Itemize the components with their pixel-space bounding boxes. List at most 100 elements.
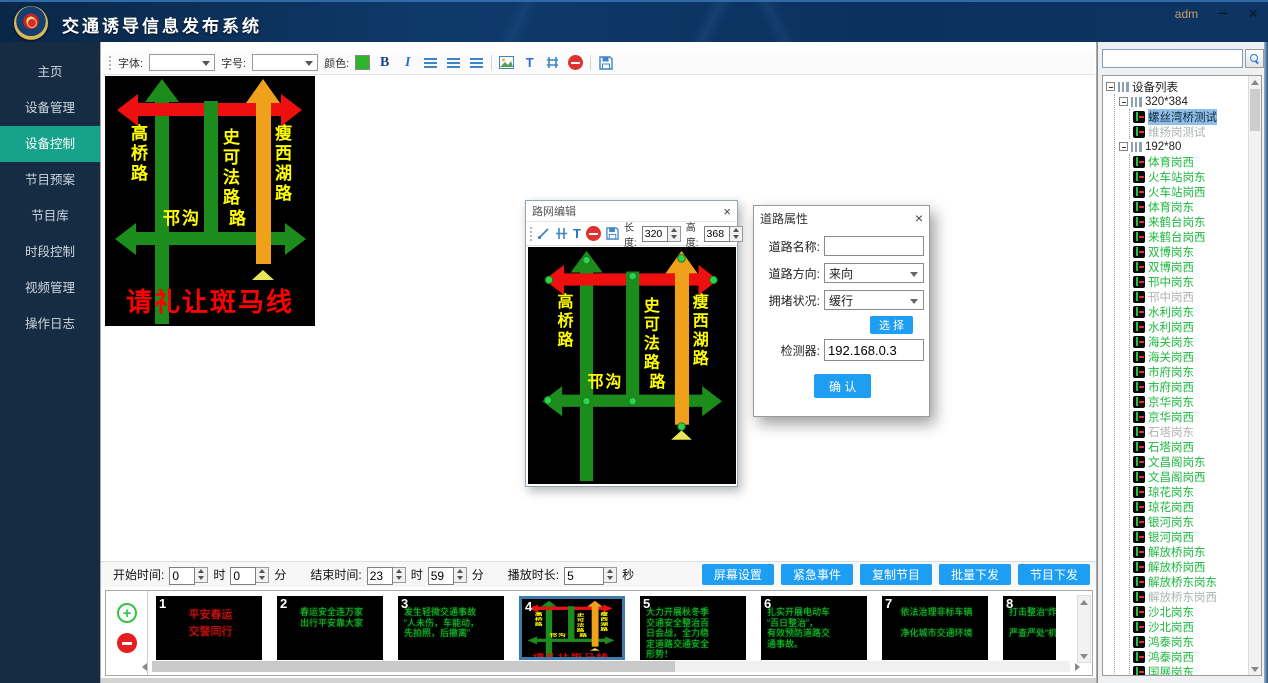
- playlist-item[interactable]: 1 平安春运 交警同行 高桥路 史可法路 瘦西湖路 邗沟 路: [156, 596, 262, 660]
- close-icon[interactable]: ×: [1248, 5, 1258, 22]
- tree-group-320x384[interactable]: 320*384: [1119, 94, 1261, 109]
- road-network-icon[interactable]: [544, 54, 561, 71]
- sidebar-item[interactable]: 视频管理: [0, 270, 100, 306]
- search-button[interactable]: [1245, 49, 1264, 68]
- text-tool-icon[interactable]: T: [573, 225, 581, 242]
- device-tree-item[interactable]: 石塔岗西: [1133, 439, 1261, 454]
- device-tree-item[interactable]: 邗中岗西: [1133, 289, 1261, 304]
- device-tree-item[interactable]: 琼花岗东: [1133, 484, 1261, 499]
- sign-edit-canvas[interactable]: 高桥路 史可法路 瘦西湖路 邗沟 路 请礼让斑马线: [105, 76, 315, 326]
- collapse-icon[interactable]: [1106, 82, 1115, 91]
- save-icon[interactable]: [597, 54, 614, 71]
- size-select[interactable]: [252, 54, 318, 71]
- scroll-up-icon[interactable]: [1078, 596, 1090, 608]
- action-button[interactable]: 紧急事件: [781, 564, 853, 585]
- scroll-right-icon[interactable]: [1072, 661, 1083, 672]
- device-tree-item[interactable]: 银河岗西: [1133, 529, 1261, 544]
- draw-line-icon[interactable]: [537, 225, 550, 242]
- length-input[interactable]: [642, 226, 668, 242]
- duration-input[interactable]: [564, 567, 604, 585]
- device-tree-item[interactable]: 海关岗西: [1133, 349, 1261, 364]
- device-tree-item[interactable]: 市府岗东: [1133, 364, 1261, 379]
- road-editor-canvas[interactable]: 高桥路 史可法路 瘦西湖路 邗沟 路: [528, 247, 736, 484]
- road-name-input[interactable]: [824, 236, 924, 256]
- device-tree-item[interactable]: 鸿泰岗东: [1133, 634, 1261, 649]
- device-tree-item[interactable]: 来鹤台岗东: [1133, 214, 1261, 229]
- device-tree-item[interactable]: 京华岗东: [1133, 394, 1261, 409]
- sidebar-item[interactable]: 节目库: [0, 198, 100, 234]
- road-control-point[interactable]: [628, 397, 636, 405]
- playlist-item[interactable]: 8 打击整治“炸街” 严查严处“机动 高桥路 史可法路 瘦西湖路 邗沟: [1003, 596, 1056, 660]
- device-tree-item[interactable]: 文昌阁岗西: [1133, 469, 1261, 484]
- device-tree-item[interactable]: 螺丝湾桥测试: [1133, 109, 1261, 124]
- device-tree-item[interactable]: 解放桥岗西: [1133, 559, 1261, 574]
- device-tree-item[interactable]: 双博岗西: [1133, 259, 1261, 274]
- playlist-item[interactable]: 4 高桥路 史可法路 瘦西湖路 邗沟 路: [519, 596, 625, 660]
- align-center-icon[interactable]: [445, 54, 462, 71]
- font-select[interactable]: [149, 54, 215, 71]
- playlist-item[interactable]: 5 大力开展秋冬季 交通安全整治百 日会战，全力稳 定道路交通安全 形势！ 高桥…: [640, 596, 746, 660]
- image-icon[interactable]: [498, 54, 515, 71]
- device-tree-item[interactable]: 文昌阁岗东: [1133, 454, 1261, 469]
- device-tree-item[interactable]: 鸿泰岗西: [1133, 649, 1261, 664]
- scrollbar-thumb[interactable]: [152, 661, 675, 672]
- road-properties-titlebar[interactable]: 道路属性 ×: [754, 206, 929, 230]
- sidebar-item[interactable]: 操作日志: [0, 306, 100, 342]
- select-detector-button[interactable]: 选 择: [870, 316, 913, 334]
- road-control-point[interactable]: [544, 396, 552, 404]
- bold-button[interactable]: B: [376, 54, 393, 71]
- device-tree-item[interactable]: 体育岗西: [1133, 154, 1261, 169]
- spin-up-icon[interactable]: [393, 568, 405, 575]
- playlist-item[interactable]: 3 发生轻微交通事故 “人未伤，车能动， 先拍照，后撤离” 高桥路 史可法路 瘦…: [398, 596, 504, 660]
- scrollbar-thumb[interactable]: [1250, 89, 1260, 131]
- device-tree-item[interactable]: 双博岗东: [1133, 244, 1261, 259]
- spin-up-icon[interactable]: [256, 568, 268, 575]
- spin-down-icon[interactable]: [668, 234, 680, 241]
- device-tree-item[interactable]: 体育岗东: [1133, 199, 1261, 214]
- scroll-down-icon[interactable]: [1249, 663, 1261, 675]
- remove-program-button[interactable]: [117, 633, 137, 653]
- action-button[interactable]: 复制节目: [860, 564, 932, 585]
- spin-down-icon[interactable]: [604, 575, 616, 582]
- device-tree-item[interactable]: 市府岗西: [1133, 379, 1261, 394]
- end-hour-input[interactable]: [367, 567, 393, 585]
- color-swatch[interactable]: [355, 55, 370, 70]
- road-control-point[interactable]: [677, 422, 685, 430]
- tree-scrollbar[interactable]: [1248, 76, 1261, 675]
- road-control-point[interactable]: [628, 272, 636, 280]
- road-control-point[interactable]: [582, 397, 590, 405]
- spin-up-icon[interactable]: [668, 227, 680, 234]
- device-tree-item[interactable]: 石塔岗东: [1133, 424, 1261, 439]
- confirm-button[interactable]: 确 认: [814, 374, 871, 398]
- scroll-up-icon[interactable]: [1249, 76, 1261, 88]
- spin-up-icon[interactable]: [604, 568, 616, 575]
- device-tree-item[interactable]: 水利岗西: [1133, 319, 1261, 334]
- playlist-item[interactable]: 2 春运安全连万家 出行平安靠大家 高桥路 史可法路 瘦西湖路 邗沟: [277, 596, 383, 660]
- spin-up-icon[interactable]: [730, 227, 742, 234]
- tree-root[interactable]: 设备列表: [1106, 79, 1261, 94]
- save-icon[interactable]: [606, 225, 619, 242]
- road-control-point[interactable]: [582, 256, 590, 264]
- sidebar-item[interactable]: 节目预案: [0, 162, 100, 198]
- device-tree-item[interactable]: 解放桥东岗东: [1133, 574, 1261, 589]
- align-left-icon[interactable]: [422, 54, 439, 71]
- end-minute-input[interactable]: [428, 567, 454, 585]
- road-control-point[interactable]: [677, 254, 685, 262]
- align-right-icon[interactable]: [468, 54, 485, 71]
- collapse-icon[interactable]: [1119, 97, 1128, 106]
- playlist-item[interactable]: 7 依法治理非标车辆 净化城市交通环境 高桥路 史可法路 瘦西湖路 邗沟: [882, 596, 988, 660]
- minimize-icon[interactable]: −: [1218, 5, 1228, 22]
- spin-down-icon[interactable]: [393, 575, 405, 582]
- device-tree-item[interactable]: 海关岗东: [1133, 334, 1261, 349]
- device-tree-item[interactable]: 沙北岗东: [1133, 604, 1261, 619]
- congestion-select[interactable]: 缓行: [824, 290, 924, 310]
- device-tree-item[interactable]: 水利岗东: [1133, 304, 1261, 319]
- device-tree-item[interactable]: 解放桥岗东: [1133, 544, 1261, 559]
- spin-down-icon[interactable]: [256, 575, 268, 582]
- playlist-horizontal-scrollbar[interactable]: [152, 661, 1070, 672]
- add-program-button[interactable]: +: [117, 603, 137, 623]
- action-button[interactable]: 屏幕设置: [702, 564, 774, 585]
- close-icon[interactable]: ×: [723, 204, 731, 219]
- playlist-vertical-scrollbar[interactable]: [1077, 595, 1091, 663]
- text-tool-icon[interactable]: T: [521, 54, 538, 71]
